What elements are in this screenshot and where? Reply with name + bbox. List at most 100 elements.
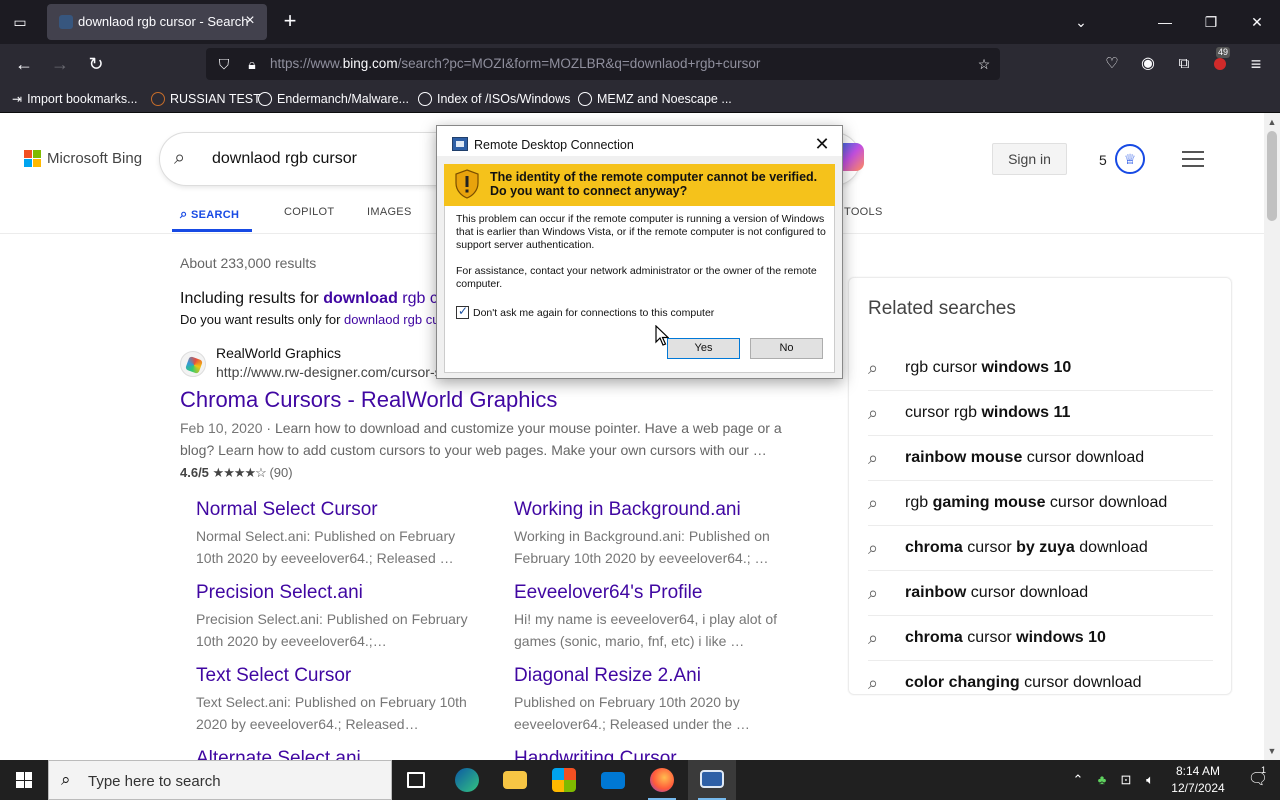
edge-icon [455,768,479,792]
deep-link[interactable]: Working in Background.ani Working in Back… [514,499,804,569]
related-search-item[interactable]: ⌕ cursor rgb windows 11 [868,391,1213,436]
lock-icon[interactable]: 🔒︎ [242,54,262,74]
deep-link[interactable]: Alternate Select.ani [196,748,486,760]
bookmark-star-icon[interactable]: ☆ [974,54,994,74]
extension-badge-icon[interactable]: 49 [1208,47,1232,76]
file-explorer-taskbar-button[interactable] [491,760,539,800]
volume-icon[interactable]: 🔈︎ [1140,760,1160,800]
bookmark-endermanch[interactable]: Endermanch/Malware... [258,90,409,108]
account-icon[interactable]: ◉ [1136,52,1160,76]
result-snippet: Feb 10, 2020 · Learn how to download and… [180,420,782,458]
related-search-text: chroma cursor by zuya download [905,539,1148,556]
tab-active[interactable]: downlaod rgb cursor - Search × [47,4,267,40]
result-site-name[interactable]: RealWorld Graphics [216,345,341,361]
bookmark-import[interactable]: ⇥ Import bookmarks... [12,90,138,108]
navigation-toolbar: ← → ↻ ⛉ 🔒︎ https://www.bing.com/search?p… [0,44,1280,84]
mail-taskbar-button[interactable] [589,760,637,800]
edge-taskbar-button[interactable] [443,760,491,800]
firefox-taskbar-button[interactable] [638,760,686,800]
app-menu-icon[interactable]: ≡ [1244,52,1268,76]
related-search-item[interactable]: ⌕ chroma cursor by zuya download [868,526,1213,571]
new-tab-icon[interactable]: + [278,10,302,34]
forward-arrow-icon[interactable]: → [48,52,72,76]
search-icon: ⌕ [61,770,71,789]
related-searches-title: Related searches [868,298,1016,319]
list-all-tabs-icon[interactable]: ▭ [8,10,32,34]
hamburger-menu-icon[interactable] [1182,151,1204,167]
related-search-item[interactable]: ⌕ chroma cursor windows 10 [868,616,1213,661]
close-window-icon[interactable]: ✕ [1234,6,1280,38]
scroll-down-icon[interactable]: ▼ [1264,744,1280,758]
related-search-item[interactable]: ⌕ rgb gaming mouse cursor download [868,481,1213,526]
bookmark-isos[interactable]: Index of /ISOs/Windows [418,90,570,108]
checkbox-checked-icon[interactable] [456,304,469,319]
remote-desktop-icon [452,137,468,151]
result-site-url[interactable]: http://www.rw-designer.com/cursor-s [216,364,442,380]
no-button[interactable]: No [750,338,823,359]
search-icon: ⌕ [868,403,879,423]
result-title-link[interactable]: Chroma Cursors - RealWorld Graphics [180,387,557,413]
restore-icon[interactable]: ❐ [1188,6,1234,38]
start-button[interactable] [0,760,48,800]
address-bar[interactable]: ⛉ 🔒︎ https://www.bing.com/search?pc=MOZI… [206,48,1000,80]
scope-search[interactable]: ⌕ SEARCH [180,206,239,222]
rewards-count[interactable]: 5 [1099,152,1107,168]
dialog-titlebar[interactable]: Remote Desktop Connection ✕ [437,126,842,156]
task-view-button[interactable] [392,760,440,800]
page-scrollbar[interactable]: ▲ ▼ [1264,113,1280,760]
deep-link[interactable]: Text Select Cursor Text Select.ani: Publi… [196,665,486,735]
deep-link[interactable]: Normal Select Cursor Normal Select.ani: P… [196,499,486,569]
tab-close-icon[interactable]: × [241,12,259,30]
taskbar-search-box[interactable]: ⌕ Type here to search [48,760,392,800]
bookmark-memz[interactable]: MEMZ and Noescape ... [578,90,732,108]
related-search-item[interactable]: ⌕ rainbow mouse cursor download [868,436,1213,481]
scope-images[interactable]: IMAGES [367,206,412,218]
scope-tools[interactable]: TOOLS [844,206,883,218]
scroll-up-icon[interactable]: ▲ [1264,115,1280,129]
deep-link[interactable]: Eeveelover64's Profile Hi! my name is eev… [514,582,804,652]
yes-button[interactable]: Yes [667,338,740,359]
tray-overflow-chevron-icon[interactable]: ⌃ [1068,760,1088,800]
url-text[interactable]: https://www.bing.com/search?pc=MOZI&form… [270,56,760,71]
minimize-icon[interactable]: — [1142,6,1188,38]
bookmark-russian-test[interactable]: RUSSIAN TEST [151,90,261,108]
tab-overflow-chevron-icon[interactable]: ⌄ [1058,6,1104,38]
dont-ask-again-checkbox[interactable]: Don't ask me again for connections to th… [456,304,715,319]
network-icon[interactable]: ⊡ [1116,760,1136,800]
related-search-item[interactable]: ⌕ rainbow cursor download [868,571,1213,616]
pocket-icon[interactable]: ♡ [1100,52,1124,76]
original-query-link[interactable]: downlaod rgb cu [344,312,439,327]
checkbox-label: Don't ask me again for connections to th… [473,306,715,319]
deep-link[interactable]: Diagonal Resize 2.Ani Published on Februa… [514,665,804,735]
original-query-prompt: Do you want results only for downlaod rg… [180,312,440,327]
windows-logo-icon [16,772,32,788]
related-search-item[interactable]: ⌕ color changing cursor download [868,661,1213,706]
taskbar-clock[interactable]: 8:14 AM 12/7/2024 [1160,763,1236,797]
scroll-thumb[interactable] [1267,131,1277,221]
tray-app-icon[interactable]: ♣ [1092,760,1112,800]
scope-copilot[interactable]: COPILOT [284,206,334,218]
corrected-query-link[interactable]: download [323,290,398,307]
tracking-shield-icon[interactable]: ⛉ [214,54,234,74]
dialog-paragraph-1: This problem can occur if the remote com… [456,213,826,251]
related-search-item[interactable]: ⌕ rgb cursor windows 10 [868,346,1213,391]
dialog-warning-text: The identity of the remote computer cann… [490,170,818,198]
bing-logo[interactable]: Microsoft Bing [24,150,142,167]
search-icon[interactable]: ⌕ [174,147,185,170]
dialog-title: Remote Desktop Connection [474,138,634,152]
search-icon: ⌕ [868,448,879,468]
back-arrow-icon[interactable]: ← [12,52,36,76]
sign-in-button[interactable]: Sign in [992,143,1067,175]
reload-icon[interactable]: ↻ [84,52,108,76]
store-taskbar-button[interactable] [540,760,588,800]
notification-center-icon[interactable]: 🗨︎ 1 [1236,760,1280,800]
task-view-icon [407,772,425,788]
search-input[interactable]: downlaod rgb cursor [212,150,357,168]
dialog-close-icon[interactable]: ✕ [812,134,832,154]
related-search-text: cursor rgb windows 11 [905,404,1071,421]
deep-link[interactable]: Handwriting Cursor [514,748,804,760]
remote-desktop-taskbar-button[interactable] [688,760,736,800]
rewards-trophy-icon[interactable]: ♕ [1115,144,1145,174]
extensions-puzzle-icon[interactable]: ⧉ [1172,52,1196,76]
deep-link[interactable]: Precision Select.ani Precision Select.ani… [196,582,486,652]
